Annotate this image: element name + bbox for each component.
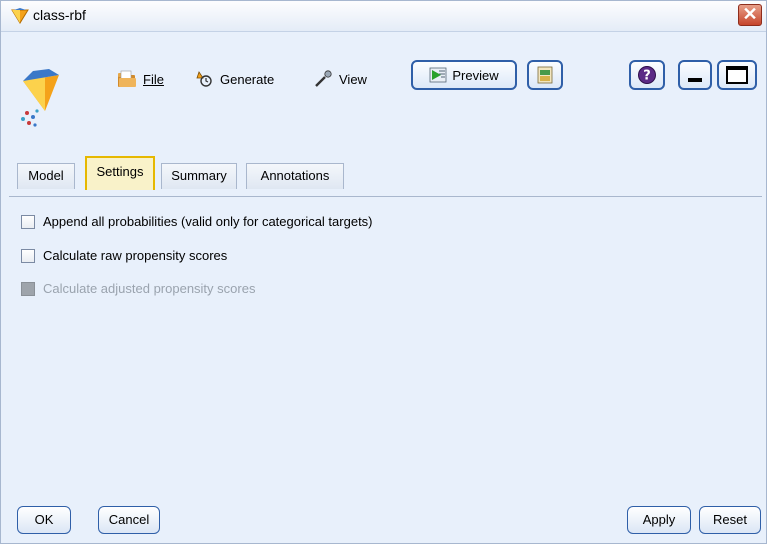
tab-summary[interactable]: Summary (161, 163, 237, 189)
tab-settings[interactable]: Settings (85, 156, 155, 190)
export-button[interactable] (527, 60, 563, 90)
adjusted-propensity-label: Calculate adjusted propensity scores (43, 281, 256, 296)
model-logo-icon (15, 67, 71, 133)
minimize-button[interactable] (678, 60, 712, 90)
window-title: class-rbf (33, 7, 86, 23)
append-probabilities-label: Append all probabilities (valid only for… (43, 214, 373, 229)
maximize-button[interactable] (717, 60, 757, 90)
cancel-button-label: Cancel (108, 512, 150, 527)
tab-settings-label: Settings (96, 164, 144, 179)
reset-button[interactable]: Reset (699, 506, 761, 534)
folder-icon (117, 70, 137, 88)
generate-icon (194, 70, 214, 88)
apply-button-label: Apply (642, 512, 676, 527)
help-icon: ? (637, 65, 657, 85)
raw-propensity-checkbox[interactable] (21, 248, 35, 263)
tab-annotations[interactable]: Annotations (246, 163, 344, 189)
model-nugget-icon (11, 8, 29, 24)
raw-propensity-option[interactable]: Calculate raw propensity scores (21, 248, 227, 263)
append-probabilities-checkbox[interactable] (21, 214, 35, 229)
view-icon (313, 70, 333, 88)
tab-summary-label: Summary (171, 168, 227, 183)
reset-button-label: Reset (713, 512, 747, 527)
close-button[interactable]: ✕ (738, 4, 762, 26)
file-menu[interactable]: File (117, 64, 164, 94)
cancel-button[interactable]: Cancel (98, 506, 160, 534)
view-menu[interactable]: View (313, 64, 367, 94)
preview-label: Preview (452, 67, 499, 83)
close-icon: ✕ (742, 4, 758, 24)
ok-button[interactable]: OK (17, 506, 71, 534)
model-dialog-window: class-rbf ✕ File Generate View Preview ?… (0, 0, 767, 544)
adjusted-propensity-checkbox (21, 281, 35, 296)
view-menu-label: View (339, 71, 367, 87)
adjusted-propensity-option: Calculate adjusted propensity scores (21, 281, 255, 296)
settings-panel: Append all probabilities (valid only for… (9, 196, 762, 467)
export-icon (535, 66, 555, 84)
generate-menu-label: Generate (220, 71, 275, 87)
file-menu-label: File (143, 71, 164, 87)
ok-button-label: OK (34, 512, 54, 527)
title-bar: class-rbf ✕ (1, 1, 766, 32)
tab-model[interactable]: Model (17, 163, 75, 189)
preview-icon (429, 67, 447, 83)
append-probabilities-option[interactable]: Append all probabilities (valid only for… (21, 214, 373, 229)
raw-propensity-label: Calculate raw propensity scores (43, 248, 228, 263)
generate-menu[interactable]: Generate (194, 64, 274, 94)
tab-annotations-label: Annotations (260, 168, 330, 183)
preview-button[interactable]: Preview (411, 60, 517, 90)
help-button[interactable]: ? (629, 60, 665, 90)
svg-text:?: ? (643, 69, 651, 84)
maximize-icon (726, 66, 748, 84)
minimize-icon (688, 78, 702, 82)
apply-button[interactable]: Apply (627, 506, 691, 534)
tab-model-label: Model (28, 168, 64, 183)
